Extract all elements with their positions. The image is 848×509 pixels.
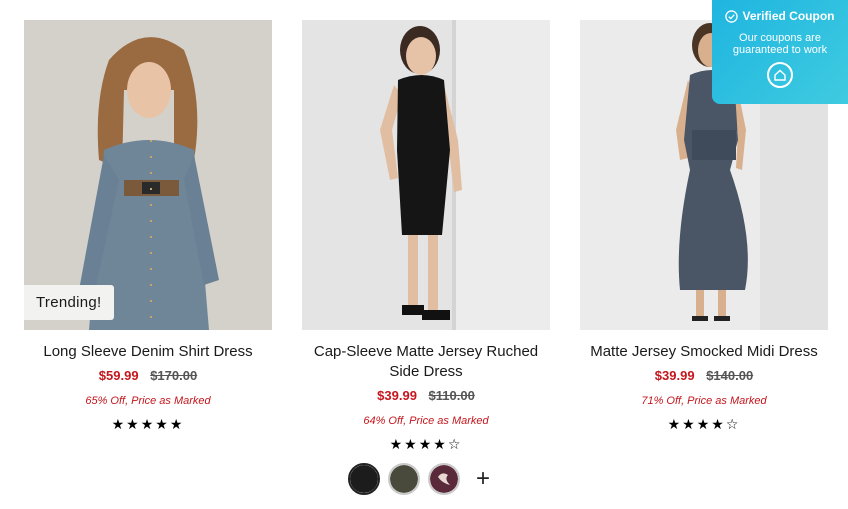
verified-coupon-widget[interactable]: Verified Coupon Our coupons are guarante… — [712, 0, 848, 104]
product-image[interactable]: Trending! — [24, 20, 272, 330]
star-rating: ★★★★☆ — [667, 416, 741, 432]
product-name[interactable]: Cap-Sleeve Matte Jersey Ruched Side Dres… — [302, 342, 550, 382]
product-image[interactable] — [302, 20, 550, 330]
price-row: $39.99 $110.00 — [302, 388, 550, 403]
swatch-olive[interactable] — [388, 463, 420, 495]
discount-text: 65% Off, Price as Marked — [85, 395, 211, 407]
swatch-print[interactable] — [428, 463, 460, 495]
coupon-header: Verified Coupon — [712, 9, 848, 23]
more-colors-button[interactable]: + — [476, 467, 490, 491]
color-swatches: + — [348, 462, 490, 496]
discount-text: 64% Off, Price as Marked — [363, 415, 489, 427]
sale-price: $39.99 — [377, 388, 417, 403]
swatch-black[interactable] — [348, 463, 380, 495]
product-name[interactable]: Matte Jersey Smocked Midi Dress — [580, 342, 828, 362]
product-name[interactable]: Long Sleeve Denim Shirt Dress — [24, 342, 272, 362]
trending-badge: Trending! — [24, 285, 114, 320]
check-circle-icon — [725, 9, 739, 23]
original-price: $170.00 — [150, 368, 198, 383]
star-rating: ★★★★★ — [111, 416, 185, 432]
product-card[interactable]: Trending! Long Sleeve Denim Shirt Dress … — [24, 20, 272, 433]
price-row: $59.99 $170.00 — [24, 368, 272, 383]
coupon-subtitle: Our coupons are guaranteed to work — [732, 32, 828, 56]
star-rating: ★★★★☆ — [389, 436, 463, 452]
original-price: $140.00 — [706, 368, 754, 383]
discount-text: 71% Off, Price as Marked — [641, 395, 767, 407]
price-row: $39.99 $140.00 — [580, 368, 828, 383]
original-price: $110.00 — [428, 388, 475, 403]
coupon-brand-icon — [767, 62, 793, 88]
coupon-title: Verified Coupon — [742, 9, 835, 23]
product-card[interactable]: Cap-Sleeve Matte Jersey Ruched Side Dres… — [302, 20, 550, 453]
sale-price: $39.99 — [654, 368, 695, 383]
sale-price: $59.99 — [98, 368, 139, 383]
